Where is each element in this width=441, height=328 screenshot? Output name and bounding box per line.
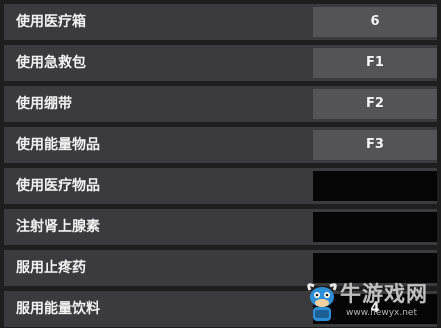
- action-label: 注射肾上腺素: [16, 219, 100, 235]
- action-label: 使用能量物品: [16, 137, 100, 153]
- action-label: 使用急救包: [16, 55, 86, 71]
- keybinding-row: 使用绷带 F2: [4, 86, 437, 122]
- watermark-logo: 牛游戏网 www.newyx.net: [300, 276, 440, 328]
- action-label: 服用止疼药: [16, 260, 86, 276]
- key-slot-button[interactable]: F1: [313, 48, 437, 78]
- keybinding-row: 使用医疗箱 6: [4, 4, 437, 40]
- keybinding-row: 使用急救包 F1: [4, 45, 437, 81]
- action-label: 使用医疗物品: [16, 178, 100, 194]
- key-slot-button[interactable]: F3: [313, 130, 437, 160]
- action-label: 使用医疗箱: [16, 14, 86, 30]
- watermark-url: www.newyx.net: [346, 308, 418, 318]
- key-slot-button[interactable]: [313, 212, 437, 242]
- key-slot-button[interactable]: F2: [313, 89, 437, 119]
- key-slot-button[interactable]: 6: [313, 7, 437, 37]
- keybinding-row: 使用能量物品 F3: [4, 127, 437, 163]
- keybinding-row: 注射肾上腺素: [4, 209, 437, 245]
- action-label: 服用能量饮料: [16, 301, 100, 317]
- watermark-name: 牛游戏网: [340, 282, 428, 306]
- key-slot-button[interactable]: [313, 171, 437, 201]
- action-label: 使用绷带: [16, 96, 72, 112]
- cow-mascot-icon: [307, 283, 337, 321]
- keybinding-row: 使用医疗物品: [4, 168, 437, 204]
